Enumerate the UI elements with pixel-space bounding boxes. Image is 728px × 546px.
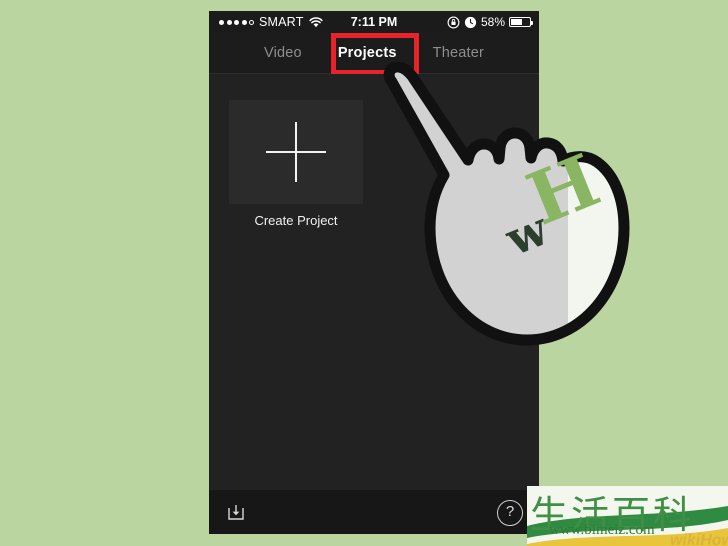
battery-percent-label: 58% [480,15,505,29]
watermark-brand: wikiHow [669,532,728,546]
tab-video[interactable]: Video [264,45,302,61]
rotation-lock-icon [447,16,460,29]
help-question-icon[interactable]: ? [497,500,523,526]
create-project-button[interactable]: Create Project [229,100,363,228]
tab-bar: Video Projects Theater [209,33,539,74]
tab-theater[interactable]: Theater [433,45,484,61]
projects-content-area: Create Project [209,74,539,490]
battery-icon [509,17,533,27]
create-project-tile[interactable] [229,100,363,204]
bottom-toolbar: ? [209,490,539,534]
phone-screen: SMART 7:11 PM 58% Video Projects Theater… [209,11,539,534]
alarm-clock-icon [464,16,477,29]
status-bar: SMART 7:11 PM 58% [209,11,539,33]
watermark-url: www.bimeiz.com [549,522,655,538]
create-project-label: Create Project [254,213,338,228]
import-download-icon[interactable] [225,501,247,523]
tab-projects[interactable]: Projects [338,45,397,61]
status-bar-right: 58% [447,11,533,33]
watermark: 生活百科 www.bimeiz.com wikiHow [527,486,728,546]
